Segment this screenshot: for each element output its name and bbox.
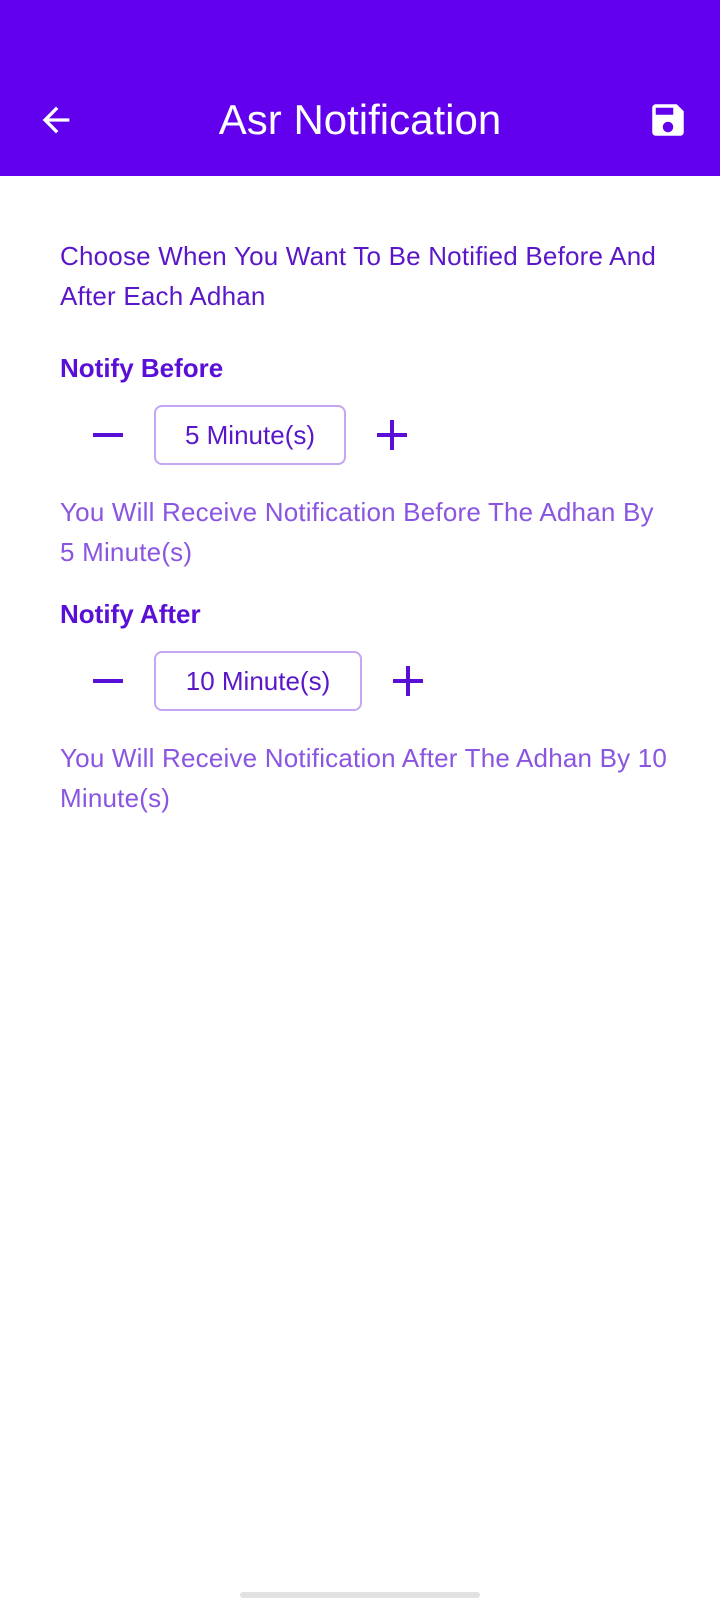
notify-before-decrement-button[interactable] bbox=[84, 411, 132, 459]
plus-icon bbox=[393, 666, 423, 696]
page-title: Asr Notification bbox=[218, 96, 502, 143]
notify-after-value[interactable]: 10 Minute(s) bbox=[154, 651, 362, 711]
arrow-left-icon bbox=[42, 106, 70, 134]
save-button[interactable] bbox=[632, 88, 704, 152]
notify-before-helper-text: You Will Receive Notification Before The… bbox=[60, 497, 654, 567]
notify-after-heading: Notify After bbox=[60, 599, 201, 629]
back-button[interactable] bbox=[24, 88, 88, 152]
notify-after-stepper: 10 Minute(s) bbox=[60, 649, 432, 713]
notify-after-helper-text: You Will Receive Notification After The … bbox=[60, 743, 668, 813]
intro-text: Choose When You Want To Be Notified Befo… bbox=[60, 241, 657, 311]
app-bar: Asr Notification bbox=[0, 0, 720, 176]
notify-before-stepper: 5 Minute(s) bbox=[60, 403, 416, 467]
plus-icon bbox=[377, 420, 407, 450]
home-indicator[interactable] bbox=[240, 1592, 480, 1598]
notify-before-increment-button[interactable] bbox=[368, 411, 416, 459]
save-icon bbox=[652, 104, 684, 136]
minus-icon bbox=[93, 679, 123, 683]
notify-before-value[interactable]: 5 Minute(s) bbox=[154, 405, 346, 465]
notify-before-heading: Notify Before bbox=[60, 353, 224, 383]
notify-after-increment-button[interactable] bbox=[384, 657, 432, 705]
minus-icon bbox=[93, 433, 123, 437]
notify-after-decrement-button[interactable] bbox=[84, 657, 132, 705]
